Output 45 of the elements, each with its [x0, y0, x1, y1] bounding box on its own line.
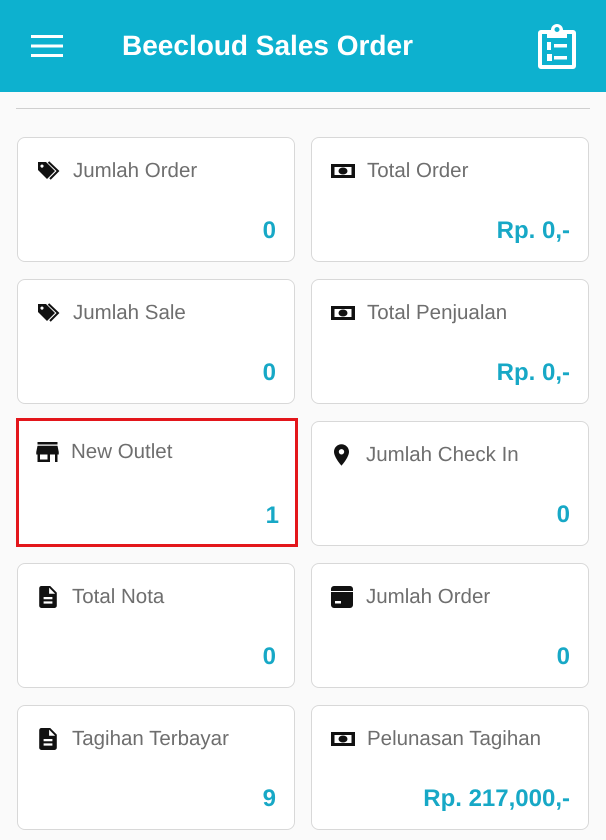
stat-card[interactable]: Tagihan Terbayar 9: [17, 705, 295, 830]
card-value: 1: [266, 502, 279, 530]
stat-card[interactable]: Pelunasan Tagihan Rp. 217,000,-: [311, 705, 589, 830]
stat-card[interactable]: Jumlah Order 0: [17, 137, 295, 262]
clipboard-list-icon: [536, 23, 578, 69]
card-value: 0: [262, 217, 276, 245]
app-title: Beecloud Sales Order: [122, 30, 414, 62]
document-icon: [39, 728, 57, 750]
stat-card[interactable]: Total Penjualan Rp. 0,-: [311, 279, 589, 404]
card-label: Jumlah Check In: [366, 443, 519, 467]
card-label: Jumlah Order: [73, 159, 198, 183]
banknote-icon: [331, 164, 355, 178]
card-value: 9: [262, 785, 276, 813]
card-label: Jumlah Order: [366, 585, 490, 609]
card-label: Total Nota: [72, 585, 164, 609]
stat-card[interactable]: Jumlah Sale 0: [17, 279, 295, 404]
map-pin-icon: [334, 444, 349, 466]
tags-icon: [37, 303, 62, 323]
box-icon: [331, 586, 353, 608]
card-value: Rp. 0,-: [496, 217, 570, 245]
stat-card[interactable]: Total Order Rp. 0,-: [311, 137, 589, 262]
stat-card[interactable]: Total Nota 0: [17, 563, 295, 688]
clipboard-button[interactable]: [536, 23, 578, 69]
card-value: 0: [556, 643, 570, 671]
stat-card[interactable]: Jumlah Order 0: [311, 563, 589, 688]
card-label: Jumlah Sale: [73, 301, 186, 325]
card-label: Total Penjualan: [367, 301, 508, 325]
banknote-icon: [331, 306, 355, 320]
card-value: 0: [262, 643, 276, 671]
card-value: Rp. 217,000,-: [423, 785, 570, 813]
menu-button[interactable]: [31, 35, 63, 57]
banknote-icon: [331, 732, 355, 746]
document-icon: [39, 586, 57, 608]
stat-card[interactable]: Jumlah Check In 0: [311, 421, 589, 546]
store-icon: [36, 442, 59, 462]
card-label: Pelunasan Tagihan: [367, 727, 542, 751]
card-value: Rp. 0,-: [496, 359, 570, 387]
menu-icon: [31, 35, 63, 57]
card-label: New Outlet: [71, 440, 172, 464]
card-value: 0: [262, 359, 276, 387]
stat-card[interactable]: New Outlet 1: [16, 418, 298, 547]
card-label: Tagihan Terbayar: [72, 727, 229, 751]
card-value: 0: [556, 501, 570, 529]
card-label: Total Order: [367, 159, 468, 183]
tags-icon: [37, 161, 62, 181]
